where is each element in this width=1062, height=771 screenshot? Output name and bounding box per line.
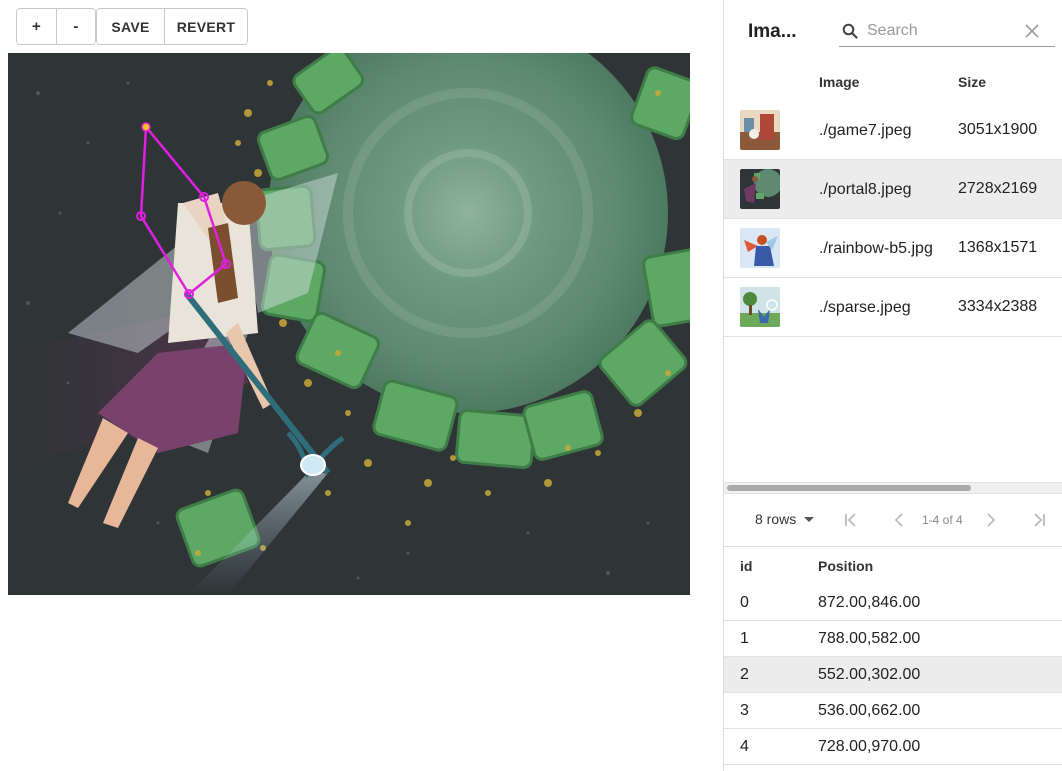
chevron-down-icon <box>804 516 815 522</box>
pagination-bar: 8 rows 1-4 of 4 <box>724 495 1062 547</box>
vertex-id: 2 <box>740 666 749 683</box>
table-row[interactable]: 1 788.00,582.00 <box>724 621 1062 657</box>
image-filename: ./game7.jpeg <box>819 121 912 139</box>
edit-button-group: SAVE REVERT <box>96 8 248 45</box>
position-table-body: 0 872.00,846.00 1 788.00,582.00 2 552.00… <box>724 585 1062 765</box>
vertex-position: 536.00,662.00 <box>818 702 921 719</box>
image-thumbnail <box>740 228 780 268</box>
canvas-toolbar: + - SAVE REVERT <box>16 8 248 45</box>
image-list-panel: Ima... Image Size ./game7.j <box>723 0 1062 771</box>
table-row[interactable]: 0 872.00,846.00 <box>724 585 1062 621</box>
zoom-in-button[interactable]: + <box>17 9 56 44</box>
zoom-button-group: + - <box>16 8 96 45</box>
column-header-size[interactable]: Size <box>958 74 986 90</box>
image-filename: ./sparse.jpeg <box>819 298 911 316</box>
close-icon[interactable] <box>1025 24 1039 38</box>
first-page-icon[interactable] <box>841 510 861 530</box>
page-range-label: 1-4 of 4 <box>922 513 963 527</box>
next-page-icon[interactable] <box>981 510 1001 530</box>
column-header-position[interactable]: Position <box>818 558 873 574</box>
vertex-position: 788.00,582.00 <box>818 630 921 647</box>
previous-page-icon[interactable] <box>889 510 909 530</box>
vertex-id: 4 <box>740 738 749 755</box>
table-row[interactable]: ./portal8.jpeg 2728x2169 <box>724 160 1062 219</box>
search-input[interactable] <box>867 20 1017 42</box>
position-table-header: id Position <box>724 547 1062 585</box>
zoom-out-button[interactable]: - <box>56 9 95 44</box>
image-filename: ./rainbow-b5.jpg <box>819 239 933 257</box>
search-icon <box>842 23 858 39</box>
column-header-image[interactable]: Image <box>819 74 859 90</box>
image-table-body: ./game7.jpeg 3051x1900 ./portal8.jpeg 27… <box>724 101 1062 337</box>
vertex-position: 872.00,846.00 <box>818 594 921 611</box>
image-thumbnail <box>740 287 780 327</box>
image-thumbnail <box>740 169 780 209</box>
revert-button[interactable]: REVERT <box>164 9 247 44</box>
vertex-id: 3 <box>740 702 749 719</box>
image-filename: ./portal8.jpeg <box>819 180 912 198</box>
search-box[interactable] <box>839 16 1055 47</box>
table-row[interactable]: 4 728.00,970.00 <box>724 729 1062 765</box>
scrollbar-thumb[interactable] <box>727 485 971 491</box>
table-row[interactable]: ./rainbow-b5.jpg 1368x1571 <box>724 219 1062 278</box>
table-row[interactable]: ./sparse.jpeg 3334x2388 <box>724 278 1062 337</box>
vertex-id: 1 <box>740 630 749 647</box>
save-button[interactable]: SAVE <box>97 9 164 44</box>
table-row[interactable]: ./game7.jpeg 3051x1900 <box>724 101 1062 160</box>
image-size: 2728x2169 <box>958 180 1038 197</box>
horizontal-scrollbar[interactable] <box>724 482 1062 494</box>
vertex-position: 552.00,302.00 <box>818 666 921 683</box>
image-size: 3334x2388 <box>958 298 1038 315</box>
table-row[interactable]: 3 536.00,662.00 <box>724 693 1062 729</box>
image-size: 1368x1571 <box>958 239 1038 256</box>
image-size: 3051x1900 <box>958 121 1038 138</box>
polygon-vertex-0[interactable] <box>141 122 151 132</box>
vertex-position: 728.00,970.00 <box>818 738 921 755</box>
last-page-icon[interactable] <box>1029 510 1049 530</box>
rows-per-page-select[interactable]: 8 rows <box>755 511 815 527</box>
vertex-id: 0 <box>740 594 749 611</box>
image-table-header: Image Size <box>724 62 1062 102</box>
panel-header: Ima... <box>724 0 1062 62</box>
image-canvas[interactable] <box>8 53 690 595</box>
table-row[interactable]: 2 552.00,302.00 <box>724 657 1062 693</box>
image-thumbnail <box>740 110 780 150</box>
panel-title: Ima... <box>748 21 797 42</box>
portal-artwork <box>8 53 690 595</box>
rows-per-page-value: 8 rows <box>755 511 797 527</box>
column-header-id[interactable]: id <box>740 558 752 574</box>
